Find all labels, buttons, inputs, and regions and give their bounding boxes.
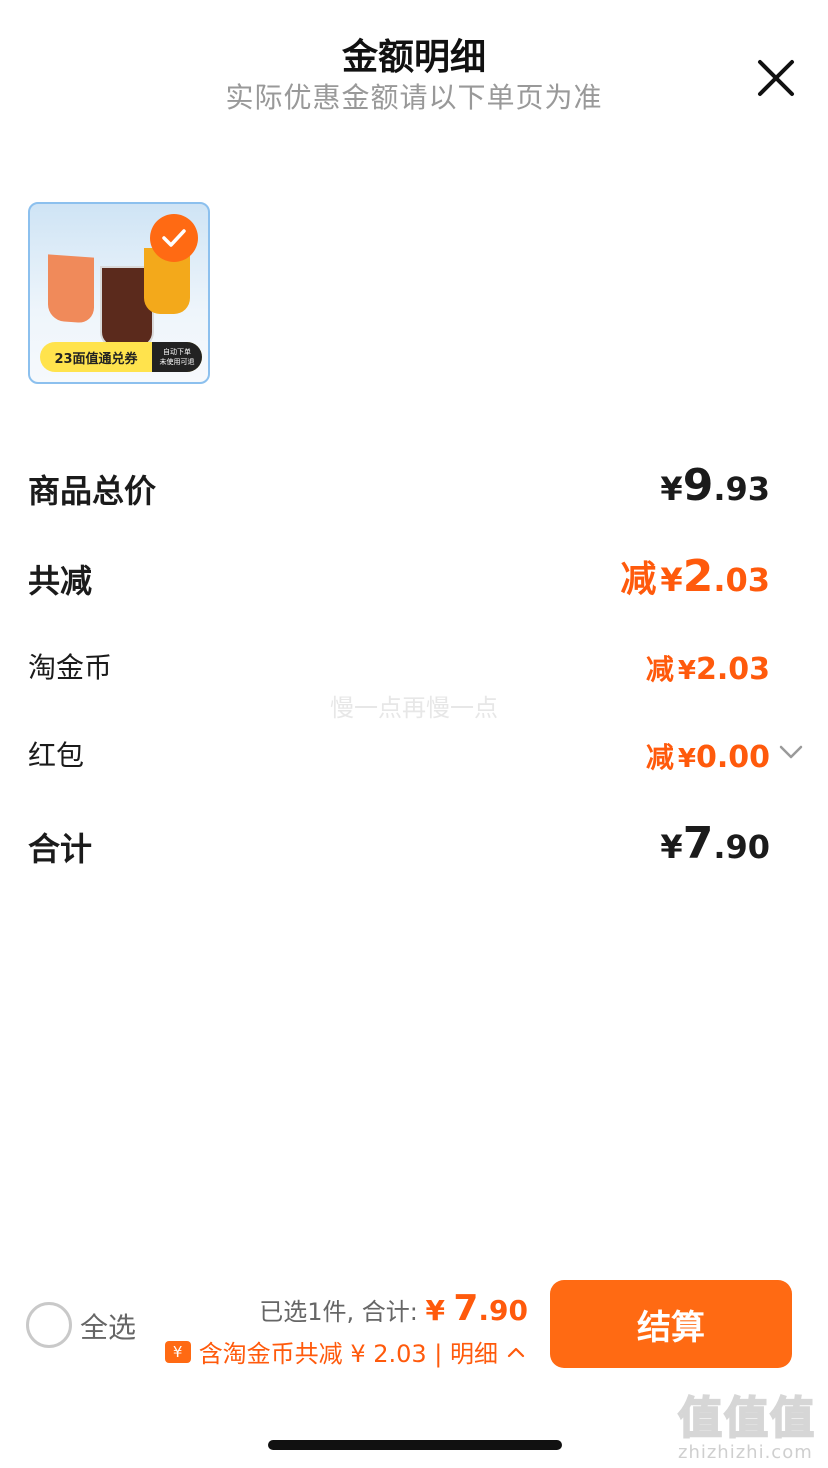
grand-total-value: ¥7.90 xyxy=(660,818,770,869)
watermark-text: 慢一点再慢一点 xyxy=(330,694,498,722)
coins-label: 淘金币 xyxy=(28,651,113,684)
reduction-prefix: 减 xyxy=(645,653,674,686)
currency-symbol: ¥ xyxy=(677,656,696,686)
grand-total-label: 合计 xyxy=(28,830,93,868)
logo-text: 值值值 xyxy=(677,1392,816,1445)
selected-count-text: 已选1件, 合计: xyxy=(259,1298,418,1326)
total-price-label: 商品总价 xyxy=(28,472,157,510)
red-packet-label: 红包 xyxy=(28,739,85,772)
checkout-bar: 全选 已选1件, 合计: ¥ 7.90 ¥ 含淘金币共减 ¥ 2.03 | 明细… xyxy=(0,1270,828,1380)
coins-value: 减 ¥2.03 xyxy=(646,648,770,688)
currency-symbol: ¥ xyxy=(677,744,696,774)
voucher-tag: 23面值通兑券 自动下单 未使用可退 xyxy=(40,342,202,372)
voucher-tag-note: 自动下单 未使用可退 xyxy=(152,342,202,372)
select-all-radio[interactable] xyxy=(26,1302,72,1348)
site-watermark-logo: 值值值 zhizhizhi.com xyxy=(677,1382,824,1466)
amount-decimal: .00 xyxy=(716,740,770,775)
product-thumbnail[interactable]: 23面值通兑券 自动下单 未使用可退 xyxy=(28,202,210,384)
drink-cup-image xyxy=(48,254,94,324)
amount-decimal: .90 xyxy=(478,1294,528,1327)
voucher-note-line: 自动下单 xyxy=(163,348,191,356)
red-packet-value[interactable]: 减 ¥0.00 xyxy=(646,736,770,776)
reduction-prefix: 减 xyxy=(645,741,674,774)
logo-domain: zhizhizhi.com xyxy=(678,1442,813,1463)
chevron-down-icon xyxy=(779,745,803,759)
discount-detail-link[interactable]: ¥ 含淘金币共减 ¥ 2.03 | 明细 xyxy=(164,1334,526,1369)
home-indicator[interactable] xyxy=(268,1440,562,1450)
total-price-value: ¥9.93 xyxy=(660,460,770,511)
total-reduction-value: 减 ¥2.03 xyxy=(620,550,770,602)
selected-summary: 已选1件, 合计: ¥ 7.90 xyxy=(259,1288,528,1329)
chevron-up-icon xyxy=(507,1347,525,1357)
red-packet-expand-button[interactable] xyxy=(778,742,804,762)
summary-amount: ¥ 7.90 xyxy=(425,1288,528,1329)
total-reduction-label: 共减 xyxy=(28,562,93,600)
amount-decimal: .93 xyxy=(713,470,770,508)
voucher-note-line: 未使用可退 xyxy=(159,358,195,366)
amount-integer: 0 xyxy=(695,740,717,775)
amount-decimal: .03 xyxy=(716,652,770,687)
amount-decimal: .90 xyxy=(713,828,770,866)
currency-symbol: ¥ xyxy=(660,470,683,508)
page-subtitle: 实际优惠金额请以下单页为准 xyxy=(225,81,603,114)
checkout-button[interactable]: 结算 xyxy=(550,1280,792,1368)
reduction-prefix: 减 xyxy=(620,559,657,600)
discount-detail-text: 含淘金币共减 ¥ 2.03 | 明细 xyxy=(198,1340,498,1368)
selected-check-button[interactable] xyxy=(150,214,198,262)
close-button[interactable] xyxy=(754,56,798,100)
check-icon xyxy=(162,229,186,247)
amount-integer: 2 xyxy=(682,551,714,602)
currency-symbol: ¥ xyxy=(660,561,683,599)
page-title: 金额明细 xyxy=(341,37,486,78)
voucher-tag-label: 23面值通兑券 xyxy=(54,351,138,367)
amount-integer: 9 xyxy=(682,460,714,511)
coin-icon: ¥ xyxy=(164,1340,191,1363)
amount-integer: 2 xyxy=(695,652,717,687)
amount-integer: 7 xyxy=(682,818,714,869)
select-all-label[interactable]: 全选 xyxy=(80,1306,136,1346)
currency-symbol: ¥ xyxy=(660,828,683,866)
amount-decimal: .03 xyxy=(713,561,770,599)
amount-integer: 7 xyxy=(453,1288,479,1329)
close-icon xyxy=(758,60,794,96)
currency-symbol: ¥ xyxy=(425,1294,445,1327)
